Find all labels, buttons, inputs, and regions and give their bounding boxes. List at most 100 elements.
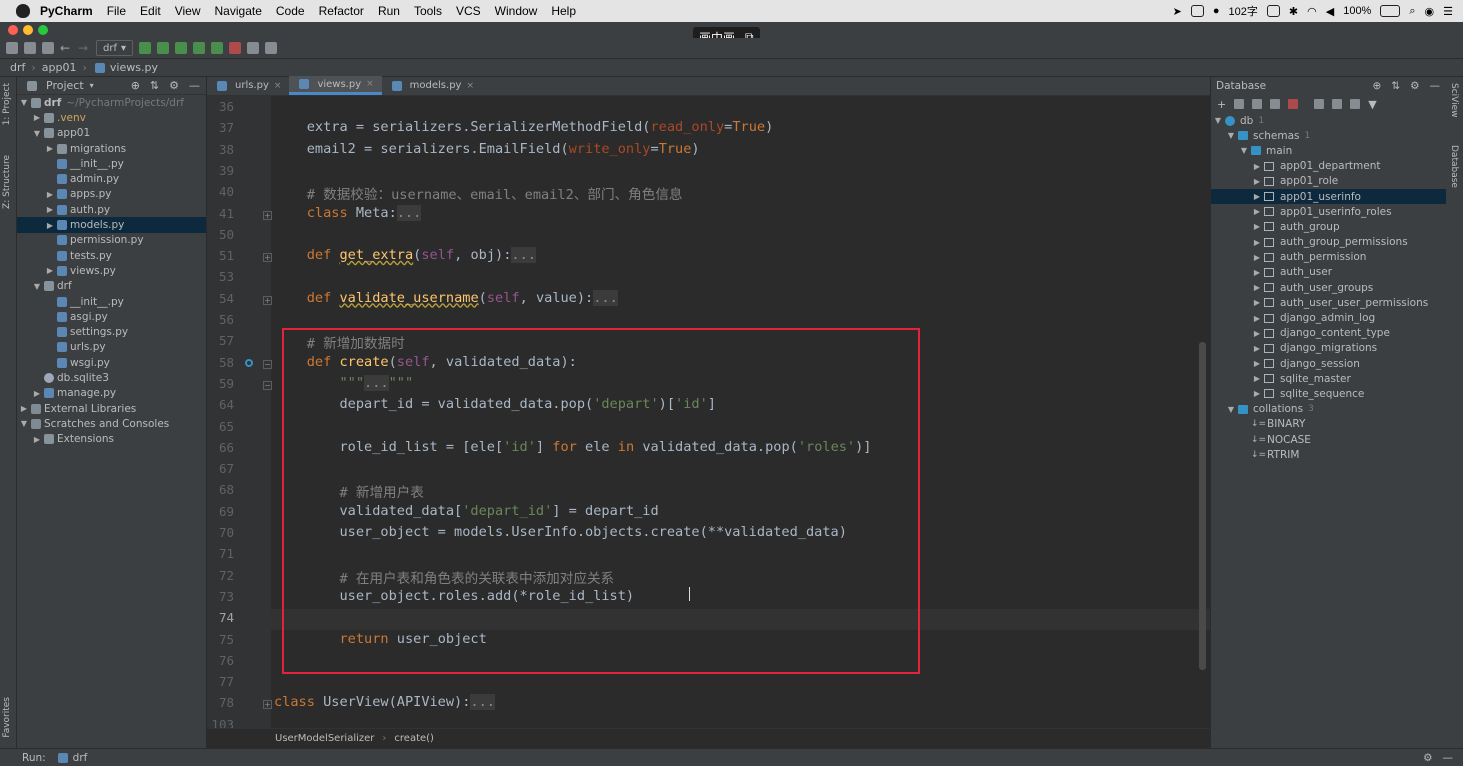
chevron-right-icon[interactable]: ▶: [1252, 238, 1262, 247]
search-icon[interactable]: ⌕: [1409, 5, 1415, 18]
db-tree-item[interactable]: ▶ sqlite_sequence: [1211, 386, 1446, 401]
forward-icon[interactable]: →: [78, 42, 90, 54]
refresh-icon[interactable]: [1252, 99, 1263, 109]
db-tree-item[interactable]: ▶ sqlite_master: [1211, 371, 1446, 386]
tree-item[interactable]: urls.py: [17, 340, 206, 355]
tree-item[interactable]: wsgi.py: [17, 355, 206, 370]
edit-icon[interactable]: [1332, 99, 1343, 109]
run-tab-label[interactable]: Run:: [22, 752, 46, 764]
chevron-right-icon[interactable]: ▶: [45, 190, 55, 199]
menu-item-edit[interactable]: Edit: [140, 4, 161, 18]
tree-item[interactable]: tests.py: [17, 248, 206, 263]
chevron-down-icon[interactable]: ▼: [1226, 405, 1236, 414]
hide-icon[interactable]: —: [1430, 80, 1441, 92]
db-tree-item[interactable]: ▶ app01_department: [1211, 159, 1446, 174]
chevron-down-icon[interactable]: ▼: [1239, 146, 1249, 155]
properties-icon[interactable]: [1270, 99, 1281, 109]
db-tree-item[interactable]: ↓= BINARY: [1211, 417, 1446, 432]
db-tree-item[interactable]: ▶ django_migrations: [1211, 341, 1446, 356]
menu-item-run[interactable]: Run: [378, 4, 400, 18]
db-tree-item[interactable]: ▶ app01_userinfo_roles: [1211, 204, 1446, 219]
hide-icon[interactable]: —: [1443, 752, 1454, 764]
nav-crumb-file[interactable]: views.py: [110, 61, 158, 74]
battery-icon[interactable]: [1380, 5, 1401, 17]
chevron-right-icon[interactable]: ▶: [1252, 222, 1262, 231]
editor-scrollbar[interactable]: [1199, 342, 1206, 670]
gear-icon[interactable]: ⚙: [169, 79, 179, 92]
tree-item[interactable]: ▼ drf ~/PycharmProjects/drf: [17, 95, 206, 110]
chevron-right-icon[interactable]: ▶: [1252, 344, 1262, 353]
volume-icon[interactable]: ◀: [1326, 5, 1334, 18]
tree-item[interactable]: ▶ models.py: [17, 217, 206, 233]
tree-item[interactable]: ▼ Scratches and Consoles: [17, 416, 206, 431]
run-icon[interactable]: [139, 42, 152, 54]
settings-wrench-icon[interactable]: [247, 42, 260, 54]
chevron-down-icon[interactable]: ▼: [1226, 131, 1236, 140]
tree-item[interactable]: settings.py: [17, 324, 206, 339]
menu-item-window[interactable]: Window: [495, 4, 538, 18]
minimize-window-button[interactable]: [23, 25, 33, 35]
code-line[interactable]: extra = serializers.SerializerMethodFiel…: [274, 119, 774, 135]
menu-item-tools[interactable]: Tools: [414, 4, 442, 18]
db-tree-item[interactable]: ▶ django_admin_log: [1211, 310, 1446, 325]
code-line[interactable]: email2 = serializers.EmailField(write_on…: [274, 141, 700, 157]
nav-crumb-folder[interactable]: app01: [42, 61, 77, 74]
chevron-right-icon[interactable]: ▶: [1252, 283, 1262, 292]
bluetooth-icon[interactable]: ✱: [1289, 5, 1298, 18]
close-tab-icon[interactable]: ×: [366, 79, 374, 89]
tree-item[interactable]: ▶ .venv: [17, 110, 206, 125]
siri-icon[interactable]: ◉: [1425, 5, 1435, 18]
db-tree-item[interactable]: ▶ auth_user: [1211, 265, 1446, 280]
chevron-right-icon[interactable]: ▶: [32, 113, 42, 122]
code-line[interactable]: def get_extra(self, obj):...: [274, 247, 536, 264]
tree-item[interactable]: ▶ migrations: [17, 141, 206, 156]
chevron-right-icon[interactable]: ▶: [32, 435, 42, 444]
db-tree-item[interactable]: ▼ db 1: [1211, 113, 1446, 128]
tree-item[interactable]: ▼ app01: [17, 126, 206, 141]
menu-item-navigate[interactable]: Navigate: [215, 4, 262, 18]
apple-icon[interactable]: [16, 4, 30, 18]
gear-icon[interactable]: ⚙: [1410, 80, 1419, 92]
editor-tab[interactable]: views.py ×: [289, 76, 382, 95]
wechat-icon[interactable]: ●: [1213, 5, 1220, 17]
crumb-method[interactable]: create(): [394, 733, 434, 744]
db-tree-item[interactable]: ▶ auth_user_groups: [1211, 280, 1446, 295]
db-tree-item[interactable]: ▶ app01_userinfo: [1211, 188, 1446, 205]
tree-item[interactable]: asgi.py: [17, 309, 206, 324]
code-line[interactable]: def validate_username(self, value):...: [274, 289, 618, 306]
chevron-right-icon[interactable]: ▶: [1252, 207, 1262, 216]
chevron-right-icon[interactable]: ▶: [45, 144, 55, 153]
debug-icon[interactable]: [157, 42, 170, 54]
chevron-right-icon[interactable]: ▶: [1252, 253, 1262, 262]
chevron-down-icon[interactable]: ▼: [19, 98, 29, 107]
open-icon[interactable]: [6, 42, 18, 54]
db-tree-item[interactable]: ▶ django_content_type: [1211, 326, 1446, 341]
menu-item-file[interactable]: File: [107, 4, 126, 18]
tree-item[interactable]: admin.py: [17, 171, 206, 186]
add-icon[interactable]: +: [1217, 98, 1226, 111]
chevron-down-icon[interactable]: ▼: [1213, 116, 1223, 125]
tree-item[interactable]: __init__.py: [17, 156, 206, 171]
db-tree-item[interactable]: ▶ auth_group_permissions: [1211, 235, 1446, 250]
zoom-window-button[interactable]: [38, 25, 48, 35]
editor-tab[interactable]: models.py ×: [382, 76, 482, 95]
chevron-right-icon[interactable]: ▶: [1252, 268, 1262, 277]
chevron-down-icon[interactable]: ▾: [90, 81, 94, 90]
filter-icon[interactable]: ▼: [1368, 98, 1376, 111]
concurrency-icon[interactable]: [211, 42, 224, 54]
crumb-class[interactable]: UserModelSerializer: [275, 733, 374, 744]
tab-project[interactable]: 1: Project: [2, 83, 12, 125]
run-config-select[interactable]: drf ▾: [96, 40, 134, 56]
chevron-right-icon[interactable]: ▶: [1252, 298, 1262, 307]
stop-icon[interactable]: [229, 42, 242, 54]
chevron-right-icon[interactable]: ▶: [1252, 374, 1262, 383]
tab-favorites[interactable]: Favorites: [2, 697, 12, 738]
tree-item[interactable]: db.sqlite3: [17, 370, 206, 385]
keyboard-icon[interactable]: [1266, 5, 1280, 17]
db-tree-item[interactable]: ▼ main: [1211, 143, 1446, 158]
editor-tab[interactable]: urls.py ×: [207, 76, 289, 95]
collapse-icon[interactable]: ⇅: [1391, 80, 1400, 92]
wifi-icon[interactable]: ◠: [1307, 5, 1317, 18]
chevron-right-icon[interactable]: ▶: [32, 389, 42, 398]
chevron-right-icon[interactable]: ▶: [1252, 177, 1262, 186]
